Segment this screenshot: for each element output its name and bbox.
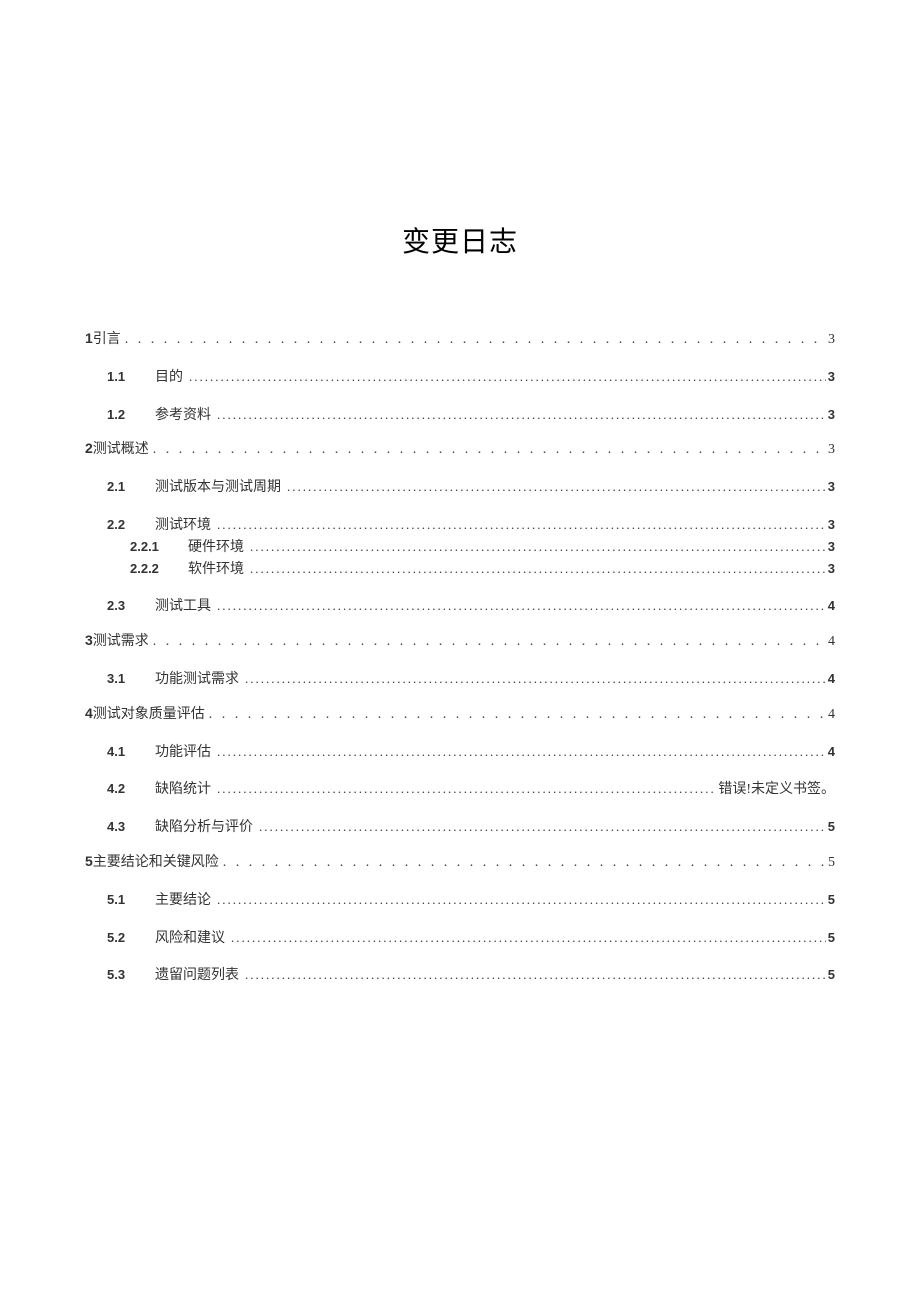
toc-label: 软件环境	[188, 562, 244, 579]
toc-leader-dots	[259, 819, 826, 835]
toc-page-number: 4	[828, 671, 835, 687]
toc-page-number: 5	[828, 930, 835, 946]
toc-number: 1	[85, 330, 93, 347]
toc-leader-dots	[217, 781, 716, 797]
toc-label: 主要结论	[155, 893, 211, 910]
toc-leader-dots	[153, 634, 824, 651]
toc-number: 1.1	[107, 369, 155, 385]
toc-entry[interactable]: 1引言 3	[85, 330, 835, 349]
toc-leader-dots	[231, 930, 826, 946]
toc-number: 1.2	[107, 407, 155, 423]
toc-entry[interactable]: 5.1主要结论 5	[85, 892, 835, 910]
toc-label: 测试环境	[155, 518, 211, 535]
toc-entry[interactable]: 2.3测试工具 4	[85, 598, 835, 616]
toc-number: 3.1	[107, 671, 155, 687]
toc-leader-dots	[245, 967, 826, 983]
toc-leader-dots	[217, 407, 826, 423]
toc-label: 参考资料	[155, 408, 211, 425]
toc-number: 3	[85, 632, 93, 649]
toc-label: 功能测试需求	[155, 672, 239, 689]
toc-label: 主要结论和关键风险	[93, 855, 219, 872]
toc-page-number: 错误!未定义书签。	[718, 782, 835, 799]
document-page: 变更日志 1引言31.1目的31.2参考资料32测试概述32.1测试版本与测试周…	[0, 0, 920, 985]
toc-label: 测试版本与测试周期	[155, 480, 281, 497]
toc-page-number: 4	[828, 634, 835, 651]
toc-number: 5.2	[107, 930, 155, 946]
toc-number: 4.2	[107, 781, 155, 797]
toc-label: 测试对象质量评估	[93, 707, 205, 724]
toc-entry[interactable]: 4.3缺陷分析与评价 5	[85, 819, 835, 837]
toc-page-number: 3	[828, 442, 835, 459]
toc-number: 2	[85, 440, 93, 457]
toc-page-number: 3	[828, 479, 835, 495]
toc-page-number: 4	[828, 744, 835, 760]
toc-leader-dots	[217, 598, 826, 614]
toc-leader-dots	[189, 369, 826, 385]
toc-entry[interactable]: 2.2.2软件环境 3	[85, 561, 835, 579]
toc-page-number: 3	[828, 332, 835, 349]
toc-entry[interactable]: 2.2测试环境 3	[85, 517, 835, 535]
toc-page-number: 4	[828, 598, 835, 614]
toc-leader-dots	[217, 892, 826, 908]
toc-entry[interactable]: 2.2.1硬件环境 3	[85, 539, 835, 557]
toc-number: 5.1	[107, 892, 155, 908]
toc-leader-dots	[217, 517, 826, 533]
toc-entry[interactable]: 1.1目的 3	[85, 369, 835, 387]
toc-leader-dots	[245, 671, 826, 687]
toc-entry[interactable]: 4测试对象质量评估4	[85, 705, 835, 724]
toc-label: 引言	[93, 332, 121, 349]
toc-label: 缺陷统计	[155, 782, 211, 799]
toc-entry[interactable]: 3.1功能测试需求 4	[85, 671, 835, 689]
page-title: 变更日志	[85, 220, 835, 260]
toc-label: 功能评估	[155, 745, 211, 762]
toc-page-number: 5	[828, 892, 835, 908]
toc-page-number: 4	[828, 707, 835, 724]
toc-label: 硬件环境	[188, 540, 244, 557]
toc-page-number: 3	[828, 407, 835, 423]
toc-number: 2.1	[107, 479, 155, 495]
toc-leader-dots	[153, 442, 824, 459]
toc-leader-dots	[125, 332, 824, 349]
toc-page-number: 3	[828, 561, 835, 577]
toc-page-number: 3	[828, 517, 835, 533]
toc-label: 风险和建议	[155, 931, 225, 948]
toc-entry[interactable]: 1.2参考资料 3	[85, 407, 835, 425]
toc-leader-dots	[223, 855, 824, 872]
toc-entry[interactable]: 5.3遗留问题列表 5	[85, 967, 835, 985]
toc-page-number: 5	[828, 855, 835, 872]
toc-entry[interactable]: 4.1功能评估 4	[85, 744, 835, 762]
toc-entry[interactable]: 5主要结论和关键风险5	[85, 853, 835, 872]
toc-page-number: 3	[828, 369, 835, 385]
toc-number: 2.3	[107, 598, 155, 614]
toc-entry[interactable]: 2测试概述 3	[85, 440, 835, 459]
toc-number: 4	[85, 705, 93, 722]
toc-leader-dots	[250, 539, 826, 555]
toc-leader-dots	[217, 744, 826, 760]
toc-label: 测试概述	[93, 442, 149, 459]
toc-number: 2.2.1	[130, 539, 188, 555]
toc-leader-dots	[209, 707, 824, 724]
toc-page-number: 5	[828, 967, 835, 983]
toc-page-number: 5	[828, 819, 835, 835]
toc-leader-dots	[250, 561, 826, 577]
toc-label: 测试需求	[93, 634, 149, 651]
toc-number: 4.3	[107, 819, 155, 835]
toc-leader-dots	[287, 479, 826, 495]
toc-entry[interactable]: 2.1测试版本与测试周期 3	[85, 479, 835, 497]
toc-entry[interactable]: 5.2风险和建议 5	[85, 930, 835, 948]
toc-label: 遗留问题列表	[155, 968, 239, 985]
toc-entry[interactable]: 3测试需求 4	[85, 632, 835, 651]
table-of-contents: 1引言31.1目的31.2参考资料32测试概述32.1测试版本与测试周期32.2…	[85, 330, 835, 985]
toc-entry[interactable]: 4.2缺陷统计 错误!未定义书签。	[85, 781, 835, 799]
toc-number: 4.1	[107, 744, 155, 760]
toc-number: 2.2	[107, 517, 155, 533]
toc-number: 2.2.2	[130, 561, 188, 577]
toc-number: 5	[85, 853, 93, 870]
toc-label: 测试工具	[155, 599, 211, 616]
toc-page-number: 3	[828, 539, 835, 555]
toc-label: 缺陷分析与评价	[155, 820, 253, 837]
toc-label: 目的	[155, 370, 183, 387]
toc-number: 5.3	[107, 967, 155, 983]
